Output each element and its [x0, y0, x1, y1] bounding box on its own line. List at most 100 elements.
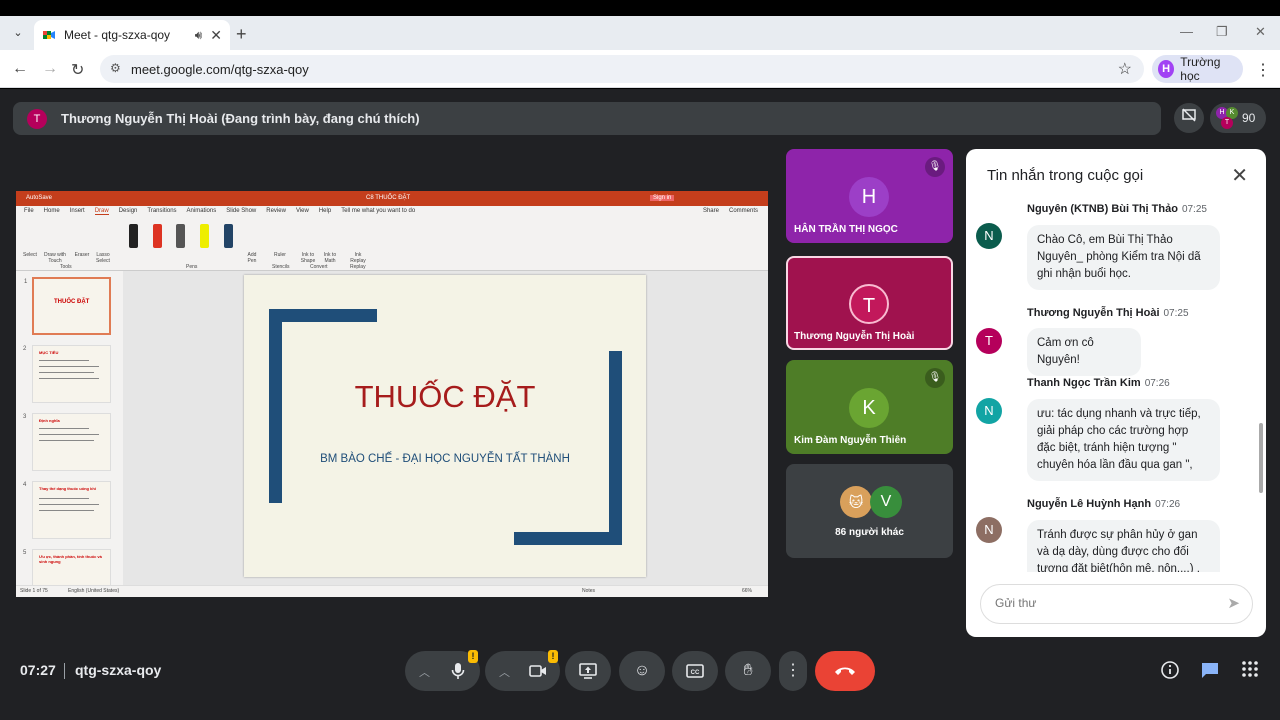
camera-icon [529, 664, 546, 677]
status-zoom: 66% [742, 588, 753, 594]
participant-name: Kim Đàm Nguyễn Thiên [794, 435, 907, 446]
bookmark-star-icon[interactable]: ☆ [1118, 59, 1132, 79]
mic-off-icon: 🎙︎ [925, 368, 945, 388]
browser-tab[interactable]: Meet - qtg-szxa-qoy 🔊︎ ✕ [34, 20, 230, 50]
message-text: Cảm ơn cô Nguyên! [1027, 328, 1141, 376]
back-icon[interactable]: ← [12, 60, 28, 78]
leave-call-button[interactable] [815, 651, 875, 691]
slide-thumbnail: 3 Định nghĩa [23, 413, 111, 471]
thumb-number: 1 [24, 279, 28, 285]
ribbon-group-label: Convert [310, 264, 328, 270]
new-tab-button[interactable]: + [236, 24, 247, 45]
restore-icon[interactable]: ❐ [1216, 24, 1228, 40]
ribbon-label: Ink to Math [323, 252, 337, 264]
slide-decor-bar [269, 309, 377, 322]
signin-label: Sign in [650, 195, 675, 201]
reload-icon[interactable]: ↻ [71, 60, 84, 80]
slide-subtitle: BM BÀO CHẾ - ĐẠI HỌC NGUYỄN TẤT THÀNH [320, 453, 570, 465]
message-time: 07:25 [1181, 204, 1207, 215]
mic-warning-icon: ! [468, 650, 478, 663]
others-tile[interactable]: 🐱︎ V 86 người khác [786, 464, 953, 558]
thumb-number: 3 [23, 414, 27, 420]
close-tab-icon[interactable]: ✕ [210, 27, 222, 44]
ppt-menu-item: Home [43, 208, 60, 214]
chat-panel: Tin nhắn trong cuộc gọi ✕ N Nguyên (KTNB… [966, 149, 1266, 637]
site-info-icon[interactable]: ⚙ [110, 61, 121, 75]
meeting-code: qtg-szxa-qoy [75, 662, 162, 678]
ppt-menu-item: Insert [69, 208, 85, 214]
meeting-details-icon[interactable] [1159, 660, 1181, 682]
message-sender: Thanh Ngọc Trần Kim 07:26 [1027, 377, 1170, 389]
ribbon-group-label: Replay [350, 264, 366, 270]
close-icon[interactable]: ✕ [1231, 163, 1248, 188]
more-vert-icon: ⋮ [785, 662, 801, 679]
ribbon-label: Lasso Select [96, 252, 110, 264]
message-text: Chào Cô, em Bùi Thị Thảo Nguyên_ phòng K… [1027, 225, 1220, 290]
more-options-button[interactable]: ⋮ [779, 651, 807, 691]
tab-title: Meet - qtg-szxa-qoy [64, 28, 171, 42]
participant-name: Thương Nguyễn Thị Hoài [794, 331, 915, 342]
video-options-chevron-icon[interactable]: ︿ [499, 664, 510, 680]
meet-favicon-icon [42, 28, 56, 42]
ppt-menu-item: Review [266, 208, 286, 214]
message-sender: Nguyễn Lê Huỳnh Hạnh 07:26 [1027, 498, 1181, 510]
minimize-icon[interactable]: — [1180, 24, 1193, 39]
ribbon-label: Select [23, 252, 37, 258]
svg-text:CC: CC [691, 670, 700, 676]
ppt-menu-item: Animations [186, 208, 217, 214]
address-bar[interactable]: ⚙ meet.google.com/qtg-szxa-qoy ☆ [100, 55, 1144, 83]
message-sender: Thương Nguyễn Thị Hoài 07:25 [1027, 307, 1189, 319]
profile-avatar: H [1158, 60, 1175, 78]
forward-icon[interactable]: → [42, 60, 58, 78]
camera-warning-icon: ! [548, 650, 558, 663]
thumb-number: 5 [23, 550, 27, 556]
ppt-menu-bar: File Home Insert Draw Design Transitions… [16, 206, 768, 216]
ribbon-group-label: Stencils [272, 264, 290, 270]
activities-icon[interactable] [1239, 660, 1261, 682]
profile-button[interactable]: H Trường học [1152, 55, 1243, 83]
browser-menu-icon[interactable]: ⋮ [1255, 60, 1271, 80]
slide-thumbnails: 1 THUỐC ĐẶT 2 MỤC TIÊU 3 Định nghĩa 4 Th… [16, 271, 123, 597]
ppt-menu-item: Transitions [147, 208, 177, 214]
ribbon-label: Add Pen [247, 252, 257, 264]
shared-screen: AutoSave C8 THUỐC ĐẶT Sign in File Home … [16, 191, 768, 597]
raise-hand-button[interactable]: ✋︎ [725, 651, 771, 691]
close-window-icon[interactable]: ✕ [1255, 24, 1266, 40]
highlighter-yellow-icon [200, 224, 209, 248]
ppt-menu-item: Draw [94, 207, 109, 215]
chat-composer: ➤ [980, 584, 1253, 624]
status-slide-count: Slide 1 of 75 [20, 588, 48, 594]
ppt-menu-item: File [24, 208, 34, 214]
tab-search-icon[interactable]: ⌄ [8, 23, 28, 43]
ppt-menu-item: Slide Show [226, 208, 257, 214]
emoji-button[interactable]: ☺ [619, 651, 665, 691]
pen-blue-icon [224, 224, 233, 248]
pen-red-icon [153, 224, 162, 248]
message-sender: Nguyên (KTNB) Bùi Thị Thảo 07:25 [1027, 203, 1207, 215]
participant-tile[interactable]: T Thương Nguyễn Thị Hoài [786, 256, 953, 350]
ppt-share: Share [702, 208, 719, 214]
chat-input[interactable] [995, 596, 1195, 610]
participant-tile[interactable]: K Kim Đàm Nguyễn Thiên 🎙︎ [786, 360, 953, 454]
hide-presentation-icon[interactable] [1174, 103, 1204, 133]
chat-header: Tin nhắn trong cuộc gọi [987, 167, 1144, 184]
participant-tile[interactable]: H HÂN TRẦN THỊ NGỌC 🎙︎ [786, 149, 953, 243]
captions-button[interactable]: CC [672, 651, 718, 691]
present-button[interactable] [565, 651, 611, 691]
profile-name: Trường học [1180, 55, 1221, 83]
chat-scrollbar[interactable] [1259, 423, 1263, 493]
message-text: ưu: tác dụng nhanh và trực tiếp, giải ph… [1027, 399, 1220, 481]
send-icon[interactable]: ➤ [1227, 594, 1240, 612]
captions-icon: CC [686, 663, 704, 678]
audio-playing-icon[interactable]: 🔊︎ [195, 28, 203, 43]
thumb-number: 4 [23, 482, 27, 488]
chat-icon[interactable] [1199, 660, 1221, 682]
presenter-text: Thương Nguyễn Thị Hoài (Đang trình bày, … [61, 111, 420, 126]
ribbon-label: Ruler [274, 252, 286, 258]
status-notes: Notes [582, 588, 596, 594]
thumb-title: Ưu ực, thành phần, tính thuốc và sinh ng… [39, 554, 102, 564]
participants-button[interactable]: H K T 90 [1210, 103, 1266, 133]
slide-title: THUỐC ĐẶT [354, 379, 536, 414]
ribbon-group-label: Tools [60, 264, 72, 270]
audio-options-chevron-icon[interactable]: ︿ [419, 664, 430, 680]
